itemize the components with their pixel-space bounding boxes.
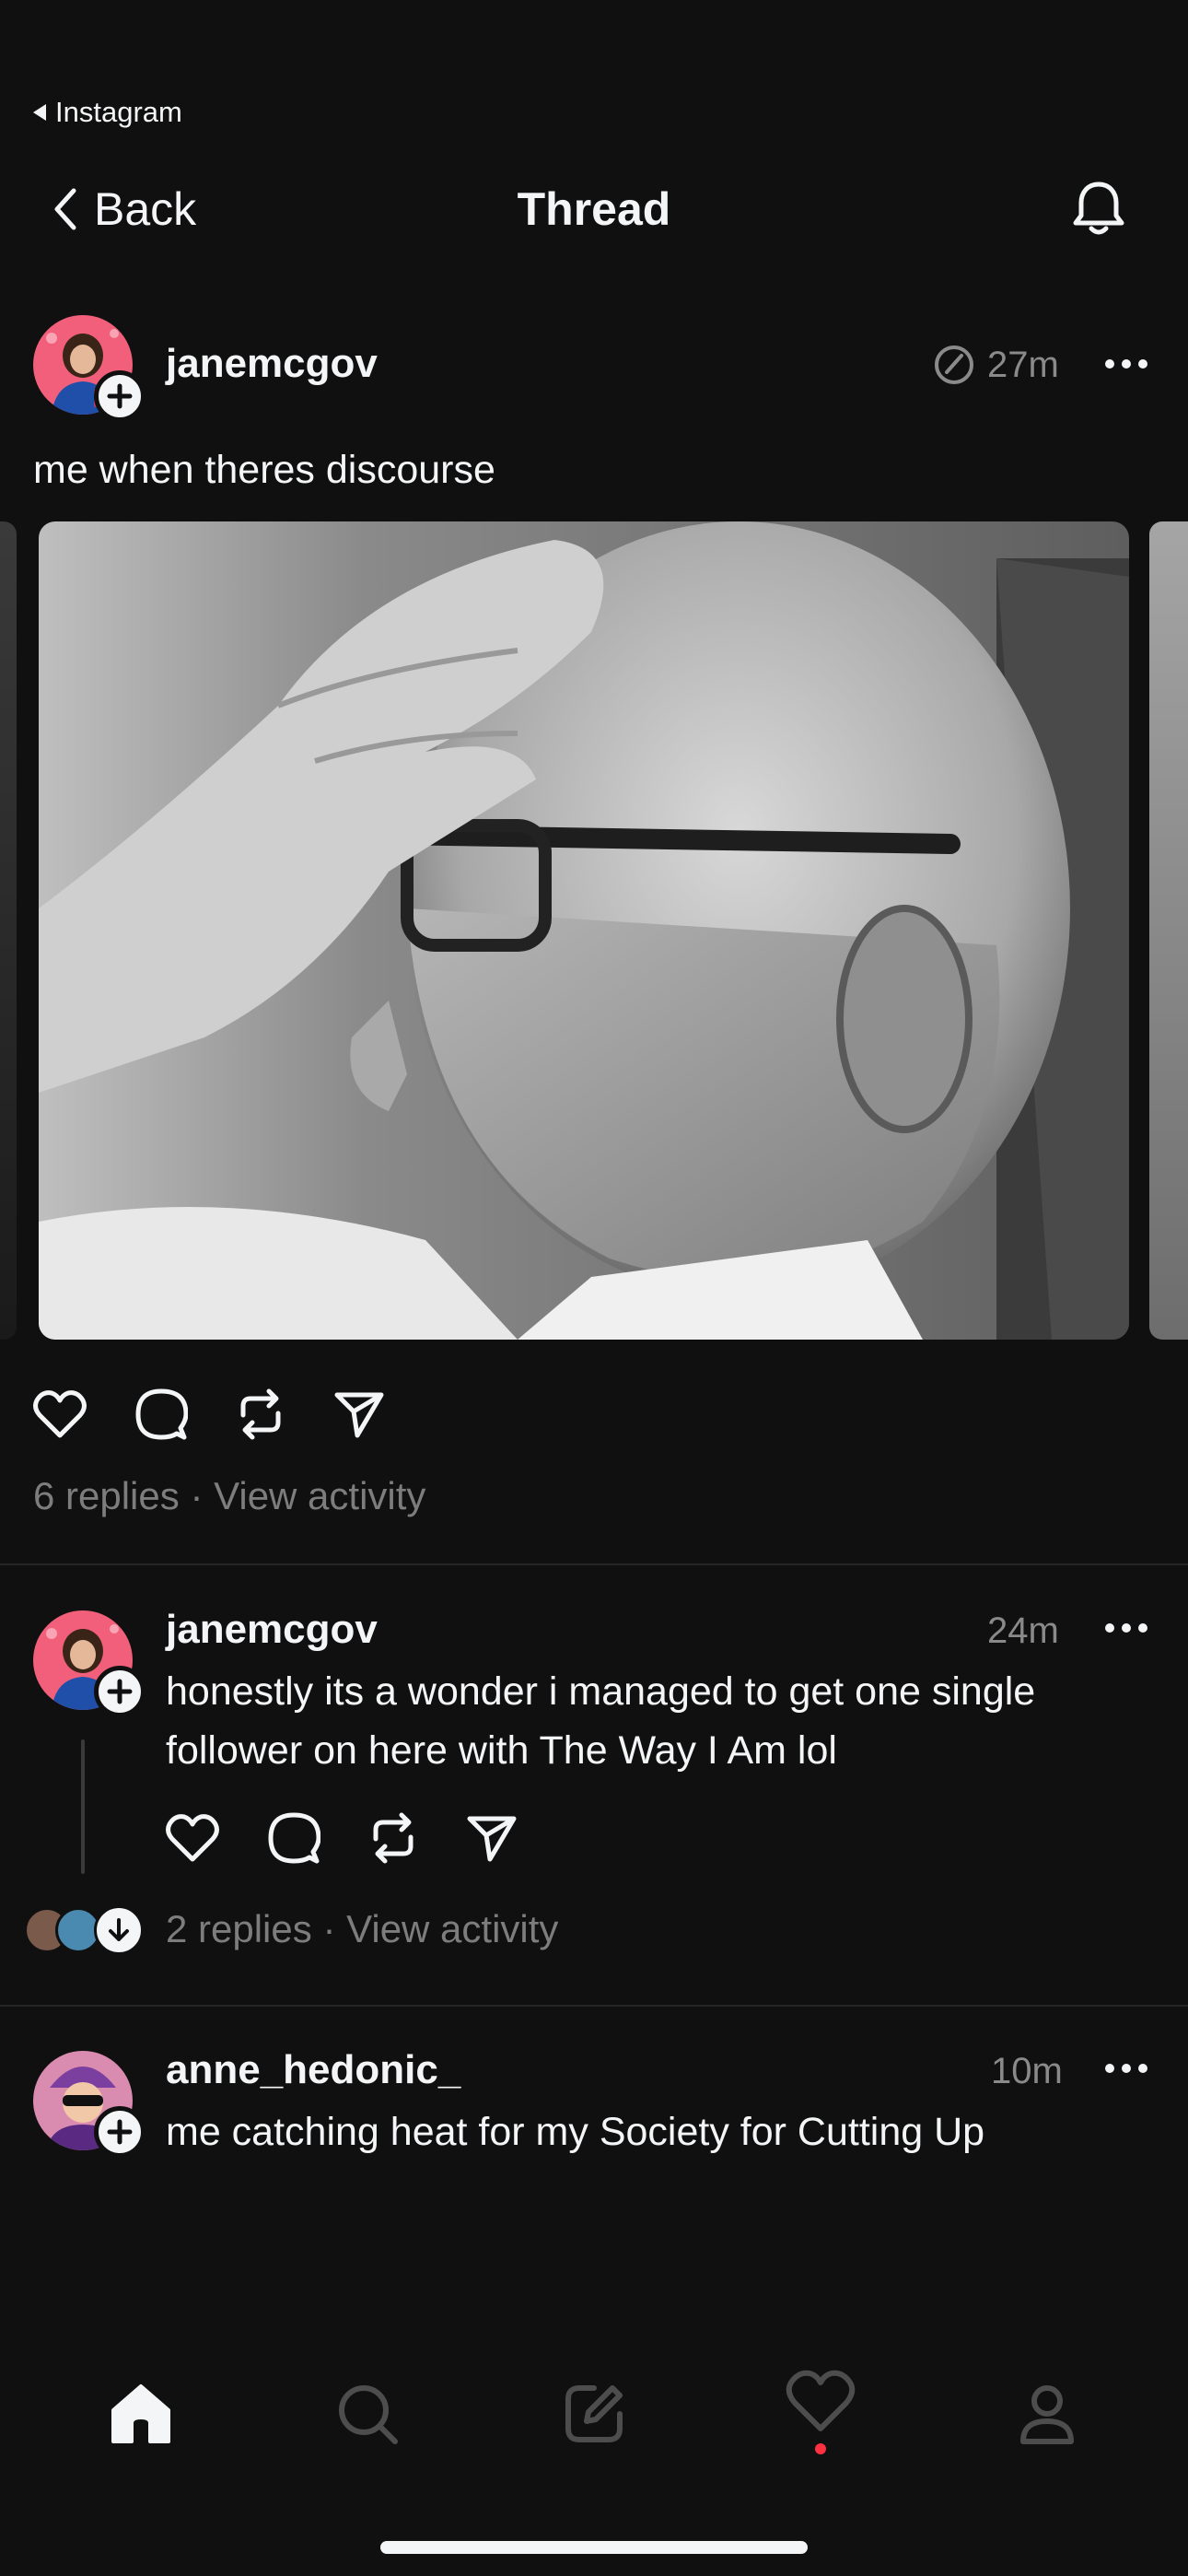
follow-plus-icon[interactable] — [94, 370, 146, 422]
bell-icon[interactable] — [1065, 175, 1133, 243]
replies-count-link[interactable]: 2 replies — [166, 1907, 312, 1950]
reply-time: 10m — [991, 2051, 1063, 2091]
compose-icon[interactable] — [559, 2379, 629, 2449]
post-photo[interactable] — [39, 521, 1129, 1340]
reply-text-line: me catching heat for my Society for Cutt… — [166, 2110, 985, 2154]
reply-stats: 2 replies · View activity — [166, 1907, 558, 1951]
activity-heart-icon — [786, 2370, 856, 2431]
chevron-left-icon — [54, 188, 76, 230]
reply-bubble-icon[interactable] — [134, 1388, 188, 1441]
more-options-icon[interactable] — [1105, 2064, 1147, 2075]
reply-username[interactable]: janemcgov — [166, 1607, 378, 1653]
search-icon[interactable] — [332, 2379, 402, 2449]
repost-icon[interactable] — [368, 1811, 418, 1865]
follow-plus-icon[interactable] — [94, 2106, 146, 2158]
profile-icon[interactable] — [1012, 2379, 1082, 2449]
post-username[interactable]: janemcgov — [166, 341, 378, 387]
divider — [0, 1563, 1188, 1565]
activity-tab[interactable] — [786, 2370, 856, 2458]
stats-separator: · — [322, 1907, 336, 1950]
reply-actions — [166, 1811, 518, 1865]
repost-icon[interactable] — [236, 1388, 285, 1441]
thread-line — [81, 1739, 85, 1874]
reply-time: 24m — [987, 1610, 1059, 1651]
back-triangle-icon — [33, 104, 46, 121]
expand-replies-icon[interactable] — [94, 1905, 144, 1955]
home-icon[interactable] — [106, 2379, 176, 2449]
like-heart-icon[interactable] — [33, 1389, 87, 1439]
reply-bubble-icon[interactable] — [267, 1811, 320, 1865]
view-activity-link[interactable]: View activity — [214, 1474, 425, 1517]
notification-dot — [815, 2443, 826, 2454]
reply-clip: anne_hedonic_ 10m me catching heat for m… — [0, 2007, 1188, 2176]
post-stats: 6 replies · View activity — [33, 1474, 425, 1518]
share-send-icon[interactable] — [466, 1813, 518, 1863]
carousel-prev-image[interactable] — [0, 521, 17, 1340]
bottom-tab-bar — [0, 2359, 1188, 2469]
back-to-app-label: Instagram — [55, 96, 182, 128]
photo-image — [39, 521, 1129, 1340]
more-options-icon[interactable] — [1105, 1623, 1147, 1634]
reply-username[interactable]: anne_hedonic_ — [166, 2047, 460, 2093]
back-button[interactable]: Back — [50, 179, 196, 240]
reply-text-line: honestly its a wonder i managed to get o… — [166, 1669, 1036, 1714]
edited-icon — [935, 345, 973, 384]
follow-plus-icon[interactable] — [94, 1666, 146, 1717]
replier-avatars[interactable] — [24, 1905, 144, 1955]
back-to-app-link[interactable]: Instagram — [33, 96, 182, 129]
share-send-icon[interactable] — [333, 1389, 385, 1439]
reply-text: me catching heat for my Society for Cutt… — [166, 2102, 1142, 2161]
like-heart-icon[interactable] — [166, 1813, 219, 1863]
post-time: 27m — [987, 345, 1059, 385]
home-indicator[interactable] — [380, 2541, 808, 2554]
stats-separator: · — [190, 1474, 204, 1517]
carousel-next-image[interactable] — [1149, 521, 1188, 1340]
reply-text-line: follower on here with The Way I Am lol — [166, 1728, 837, 1773]
back-label: Back — [94, 183, 197, 235]
replies-count-link[interactable]: 6 replies — [33, 1474, 180, 1517]
view-activity-link[interactable]: View activity — [346, 1907, 558, 1950]
post-text: me when theres discourse — [33, 448, 495, 492]
post-actions — [33, 1388, 385, 1441]
more-options-icon[interactable] — [1105, 359, 1147, 370]
reply-text: honestly its a wonder i managed to get o… — [166, 1662, 1142, 1780]
